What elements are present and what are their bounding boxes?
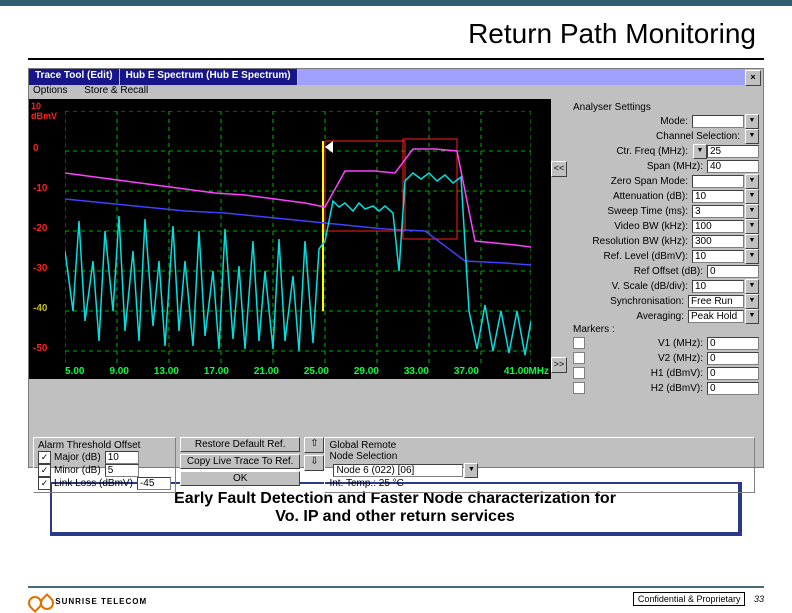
bottom-toolbar: Alarm Threshold Offset ✓Major (dB)10 ✓Mi… [29, 435, 763, 495]
node-select[interactable]: Node 6 (022) [06] [333, 464, 463, 477]
chevron-down-icon[interactable]: ▼ [745, 234, 759, 249]
close-icon[interactable]: × [745, 70, 761, 86]
title-underline [28, 58, 764, 60]
span-label: Span (MHz): [573, 161, 707, 172]
arrow-up-icon[interactable]: ⇧ [304, 437, 324, 453]
menu-options[interactable]: Options [33, 85, 67, 96]
node-title: Node Selection [329, 451, 750, 462]
remote-title: Global Remote [329, 440, 750, 451]
mode-field[interactable] [692, 115, 744, 128]
rbw-field[interactable]: 300 [692, 235, 744, 248]
sweep-field[interactable]: 3 [692, 205, 744, 218]
restore-default-button[interactable]: Restore Default Ref. [180, 437, 301, 452]
spectrum-analyzer-window: Trace Tool (Edit) Hub E Spectrum (Hub E … [28, 68, 764, 468]
logo-icon [28, 596, 52, 608]
callout-line2: Vo. IP and other return services [60, 508, 730, 526]
rbw-label: Resolution BW (kHz): [573, 236, 692, 247]
chevron-down-icon[interactable]: ▼ [745, 279, 759, 294]
h1-field[interactable]: 0 [707, 367, 759, 380]
chevron-down-icon[interactable]: ▼ [745, 204, 759, 219]
span-field[interactable]: 40 [707, 160, 759, 173]
titlebar-filler [298, 69, 745, 85]
settings-header: Analyser Settings [573, 102, 759, 113]
major-field[interactable]: 10 [105, 451, 139, 464]
spectrum-chart [65, 111, 531, 363]
window-titlebar: Trace Tool (Edit) Hub E Spectrum (Hub E … [29, 69, 763, 85]
markers-section: Markers : V1 (MHz):0 V2 (MHz):0 H1 (dBmV… [573, 324, 759, 395]
sweep-label: Sweep Time (ms): [573, 206, 692, 217]
checkbox-linkloss[interactable]: ✓ [38, 477, 51, 490]
refoffset-field[interactable]: 0 [707, 265, 759, 278]
zerospan-field[interactable] [692, 175, 744, 188]
arrow-down-icon[interactable]: ⇩ [304, 455, 324, 471]
x-axis-ticks: 5.009.00 13.0017.00 21.0025.00 29.0033.0… [65, 366, 529, 377]
temp-readout: Int. Temp.: 25 °C [329, 478, 750, 489]
chevron-down-icon[interactable]: ▼ [745, 249, 759, 264]
vscale-field[interactable]: 10 [692, 280, 744, 293]
ok-button[interactable]: OK [180, 471, 301, 486]
menu-store-recall[interactable]: Store & Recall [84, 85, 148, 96]
chevron-down-icon[interactable]: ▼ [464, 463, 478, 478]
atten-label: Attenuation (dB): [573, 191, 692, 202]
h2-field[interactable]: 0 [707, 382, 759, 395]
atten-field[interactable]: 10 [692, 190, 744, 203]
vbw-field[interactable]: 100 [692, 220, 744, 233]
sync-label: Synchronisation: [573, 296, 688, 307]
checkbox-h2[interactable] [573, 382, 585, 394]
chevron-down-icon[interactable]: ▼ [745, 309, 759, 324]
chevron-down-icon[interactable]: ▼ [745, 174, 759, 189]
zerospan-label: Zero Span Mode: [573, 176, 692, 187]
chevron-down-icon[interactable]: ▼ [745, 129, 759, 144]
footer: Confidential & Proprietary 33 [633, 592, 764, 606]
minor-field[interactable]: 5 [105, 464, 139, 477]
analyser-settings-panel: Analyser Settings Mode: ▼ Channel Selecti… [567, 99, 763, 435]
x-axis-unit: MHz [528, 366, 549, 377]
markers-label: Markers : [573, 324, 759, 335]
checkbox-major[interactable]: ✓ [38, 451, 51, 464]
chevron-down-icon[interactable]: ▼ [693, 144, 707, 159]
v1-field[interactable]: 0 [707, 337, 759, 350]
footer-rule [28, 586, 764, 588]
copy-trace-button[interactable]: Copy Live Trace To Ref. [180, 454, 301, 469]
checkbox-minor[interactable]: ✓ [38, 464, 51, 477]
checkbox-v1[interactable] [573, 337, 585, 349]
scroll-arrows: << >> [551, 99, 567, 435]
chevron-down-icon[interactable]: ▼ [745, 219, 759, 234]
linkloss-field[interactable]: -45 [137, 477, 171, 490]
reflevel-label: Ref. Level (dBmV): [573, 251, 692, 262]
ctrfreq-field[interactable]: 25 [707, 145, 759, 158]
vbw-label: Video BW (kHz): [573, 221, 692, 232]
menu-bar: Options Store & Recall [29, 85, 763, 99]
sync-field[interactable]: Free Run [688, 295, 744, 308]
chevron-down-icon[interactable]: ▼ [745, 294, 759, 309]
page-number: 33 [754, 594, 764, 604]
chevron-down-icon[interactable]: ▼ [745, 189, 759, 204]
alarm-title: Alarm Threshold Offset [38, 440, 171, 451]
alarm-threshold-panel: Alarm Threshold Offset ✓Major (dB)10 ✓Mi… [33, 437, 176, 493]
channel-label: Channel Selection: [573, 131, 744, 142]
brand-logo: SUNRISE TELECOM [28, 596, 147, 608]
title-tab-spectrum[interactable]: Hub E Spectrum (Hub E Spectrum) [120, 69, 298, 85]
reflevel-field[interactable]: 10 [692, 250, 744, 263]
checkbox-h1[interactable] [573, 367, 585, 379]
title-tab-trace[interactable]: Trace Tool (Edit) [29, 69, 120, 85]
vscale-label: V. Scale (dB/div): [573, 281, 692, 292]
refoffset-label: Ref Offset (dB): [573, 266, 707, 277]
confidential-label: Confidential & Proprietary [633, 592, 746, 606]
spectrum-display: 10dBmV 0 -10 -20 -30 -40 -50 [29, 99, 551, 379]
y-axis-ticks: 0 -10 -20 -30 -40 -50 [31, 99, 63, 379]
v2-field[interactable]: 0 [707, 352, 759, 365]
page-title: Return Path Monitoring [0, 6, 792, 58]
arrow-right-icon[interactable]: >> [551, 357, 567, 373]
mode-label: Mode: [573, 116, 692, 127]
chevron-down-icon[interactable]: ▼ [745, 114, 759, 129]
arrow-left-icon[interactable]: << [551, 161, 567, 177]
avg-field[interactable]: Peak Hold [688, 310, 744, 323]
ctrfreq-label: Ctr. Freq (MHz): [573, 146, 692, 157]
checkbox-v2[interactable] [573, 352, 585, 364]
remote-panel: Global Remote Node Selection Node 6 (022… [324, 437, 755, 493]
avg-label: Averaging: [573, 311, 688, 322]
